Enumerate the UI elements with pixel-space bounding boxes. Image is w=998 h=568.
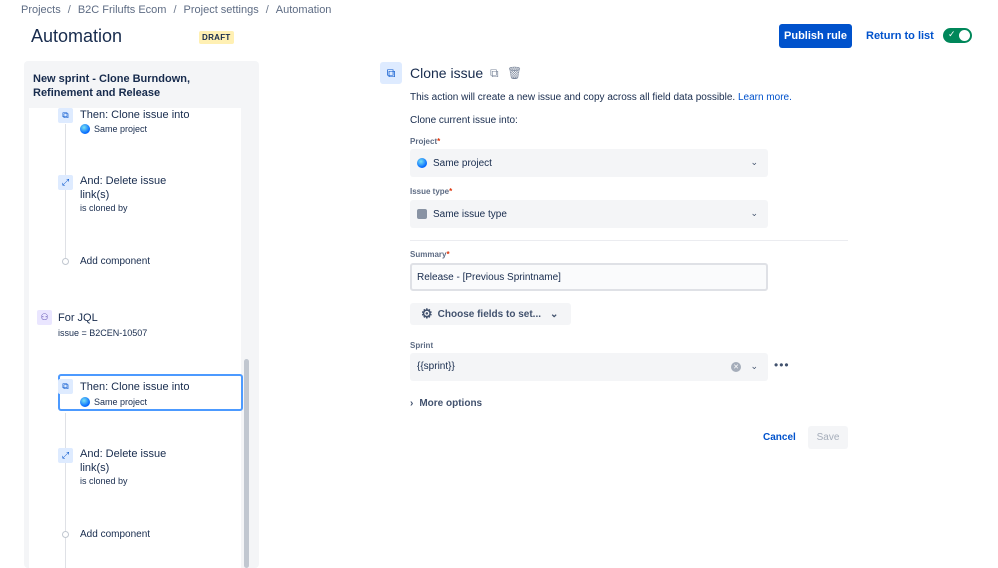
flow-branch-title[interactable]: For JQL xyxy=(58,311,98,325)
globe-icon xyxy=(80,124,90,134)
project-label-text: Project xyxy=(410,137,438,146)
sprint-label: Sprint xyxy=(410,341,434,350)
choose-fields-button[interactable]: ⚙ Choose fields to set... ⌄ xyxy=(410,303,571,325)
issue-type-select-value: Same issue type xyxy=(433,208,507,220)
flow-connector xyxy=(65,124,66,258)
add-component-button[interactable]: Add component xyxy=(80,528,150,542)
required-mark: * xyxy=(437,137,441,146)
flow-connector xyxy=(65,413,66,568)
add-component-button[interactable]: Add component xyxy=(80,255,150,269)
breadcrumb-projects[interactable]: Projects xyxy=(21,4,61,16)
rule-title: New sprint - Clone Burndown, Refinement … xyxy=(33,73,191,99)
flow-node-subtitle: Same project xyxy=(80,397,147,407)
breadcrumb-project[interactable]: B2C Frilufts Ecom xyxy=(78,4,167,16)
project-select[interactable]: Same project ⌄ xyxy=(410,149,768,177)
globe-icon xyxy=(417,158,427,168)
project-select-value: Same project xyxy=(433,157,492,169)
sprint-input[interactable]: {{sprint}} ✕ ⌄ xyxy=(410,353,768,381)
return-to-list-link[interactable]: Return to list xyxy=(866,30,934,42)
flow-branch-subtitle: issue = B2CEN-10507 xyxy=(58,328,148,338)
summary-input[interactable]: Release - [Previous Sprintname] xyxy=(410,263,768,291)
page-title: Automation xyxy=(31,26,123,46)
clone-into-label: Clone current issue into: xyxy=(410,115,518,126)
breadcrumb-separator: / xyxy=(67,4,71,16)
more-options-toggle[interactable]: › More options xyxy=(410,398,482,409)
required-mark: * xyxy=(446,250,450,259)
choose-fields-label: Choose fields to set... xyxy=(437,308,542,320)
add-component-dot xyxy=(62,531,69,538)
breadcrumb: Projects / B2C Frilufts Ecom / Project s… xyxy=(21,4,331,16)
rule-enabled-toggle[interactable]: ✓ xyxy=(943,28,972,43)
clone-icon: ⧉ xyxy=(58,108,73,123)
flow-node-title[interactable]: And: Delete issue link(s) xyxy=(80,174,190,202)
clear-icon[interactable]: ✕ xyxy=(731,362,741,372)
rule-flow-panel: New sprint - Clone Burndown, Refinement … xyxy=(24,61,259,568)
summary-label: Summary* xyxy=(410,250,450,259)
more-icon[interactable]: ••• xyxy=(774,358,790,372)
flow-node-subtitle: is cloned by xyxy=(80,476,128,486)
cancel-button[interactable]: Cancel xyxy=(757,426,802,449)
learn-more-link[interactable]: Learn more. xyxy=(738,92,792,103)
flow-node-subtitle-text: Same project xyxy=(94,397,148,407)
add-component-dot xyxy=(62,258,69,265)
clone-icon: ⧉ xyxy=(380,62,402,84)
breadcrumb-automation[interactable]: Automation xyxy=(276,4,332,16)
flow-node-subtitle-text: Same project xyxy=(94,124,148,134)
chevron-down-icon: ⌄ xyxy=(750,157,758,167)
breadcrumb-project-settings[interactable]: Project settings xyxy=(184,4,259,16)
form-divider xyxy=(410,240,848,241)
flow-scrollbar[interactable] xyxy=(244,359,249,568)
project-label: Project* xyxy=(410,137,440,146)
required-mark: * xyxy=(449,187,453,196)
breadcrumb-separator: / xyxy=(173,4,177,16)
summary-label-text: Summary xyxy=(410,250,447,259)
form-title: Clone issue xyxy=(410,65,484,81)
chevron-down-icon[interactable]: ⌄ xyxy=(750,361,758,372)
issue-type-label: Issue type* xyxy=(410,187,452,196)
copy-icon[interactable]: ⧉ xyxy=(490,66,499,81)
chevron-right-icon: › xyxy=(410,398,414,409)
clone-icon: ⧉ xyxy=(58,379,73,394)
issue-type-label-text: Issue type xyxy=(410,187,450,196)
trash-icon[interactable]: 🗑 xyxy=(507,66,522,80)
flow-node-title[interactable]: And: Delete issue link(s) xyxy=(80,447,190,475)
description-text: This action will create a new issue and … xyxy=(410,92,736,103)
chevron-down-icon: ⌄ xyxy=(750,208,758,218)
save-button[interactable]: Save xyxy=(808,426,848,449)
issue-type-icon xyxy=(417,209,427,219)
flow-node-title[interactable]: Then: Clone issue into xyxy=(80,380,189,394)
sprint-input-value: {{sprint}} xyxy=(417,361,455,372)
flow-node-title[interactable]: Then: Clone issue into xyxy=(80,108,189,122)
check-icon: ✓ xyxy=(948,29,956,39)
globe-icon xyxy=(80,397,90,407)
chevron-down-icon: ⌄ xyxy=(550,308,559,320)
toggle-knob xyxy=(959,30,970,41)
branch-icon: ⚇ xyxy=(37,310,52,325)
flow-node-subtitle: is cloned by xyxy=(80,203,128,213)
rule-flow[interactable]: ⧉ Then: Clone issue into Same project ⤢ … xyxy=(29,108,243,568)
publish-rule-button[interactable]: Publish rule xyxy=(779,24,852,48)
form-description: This action will create a new issue and … xyxy=(410,92,792,103)
more-options-label: More options xyxy=(419,398,483,409)
link-icon: ⤢ xyxy=(58,448,73,463)
gear-icon: ⚙ xyxy=(421,306,433,321)
issue-type-select[interactable]: Same issue type ⌄ xyxy=(410,200,768,228)
breadcrumb-separator: / xyxy=(265,4,269,16)
flow-node-subtitle: Same project xyxy=(80,124,147,134)
link-icon: ⤢ xyxy=(58,175,73,190)
draft-badge: DRAFT xyxy=(199,31,234,44)
